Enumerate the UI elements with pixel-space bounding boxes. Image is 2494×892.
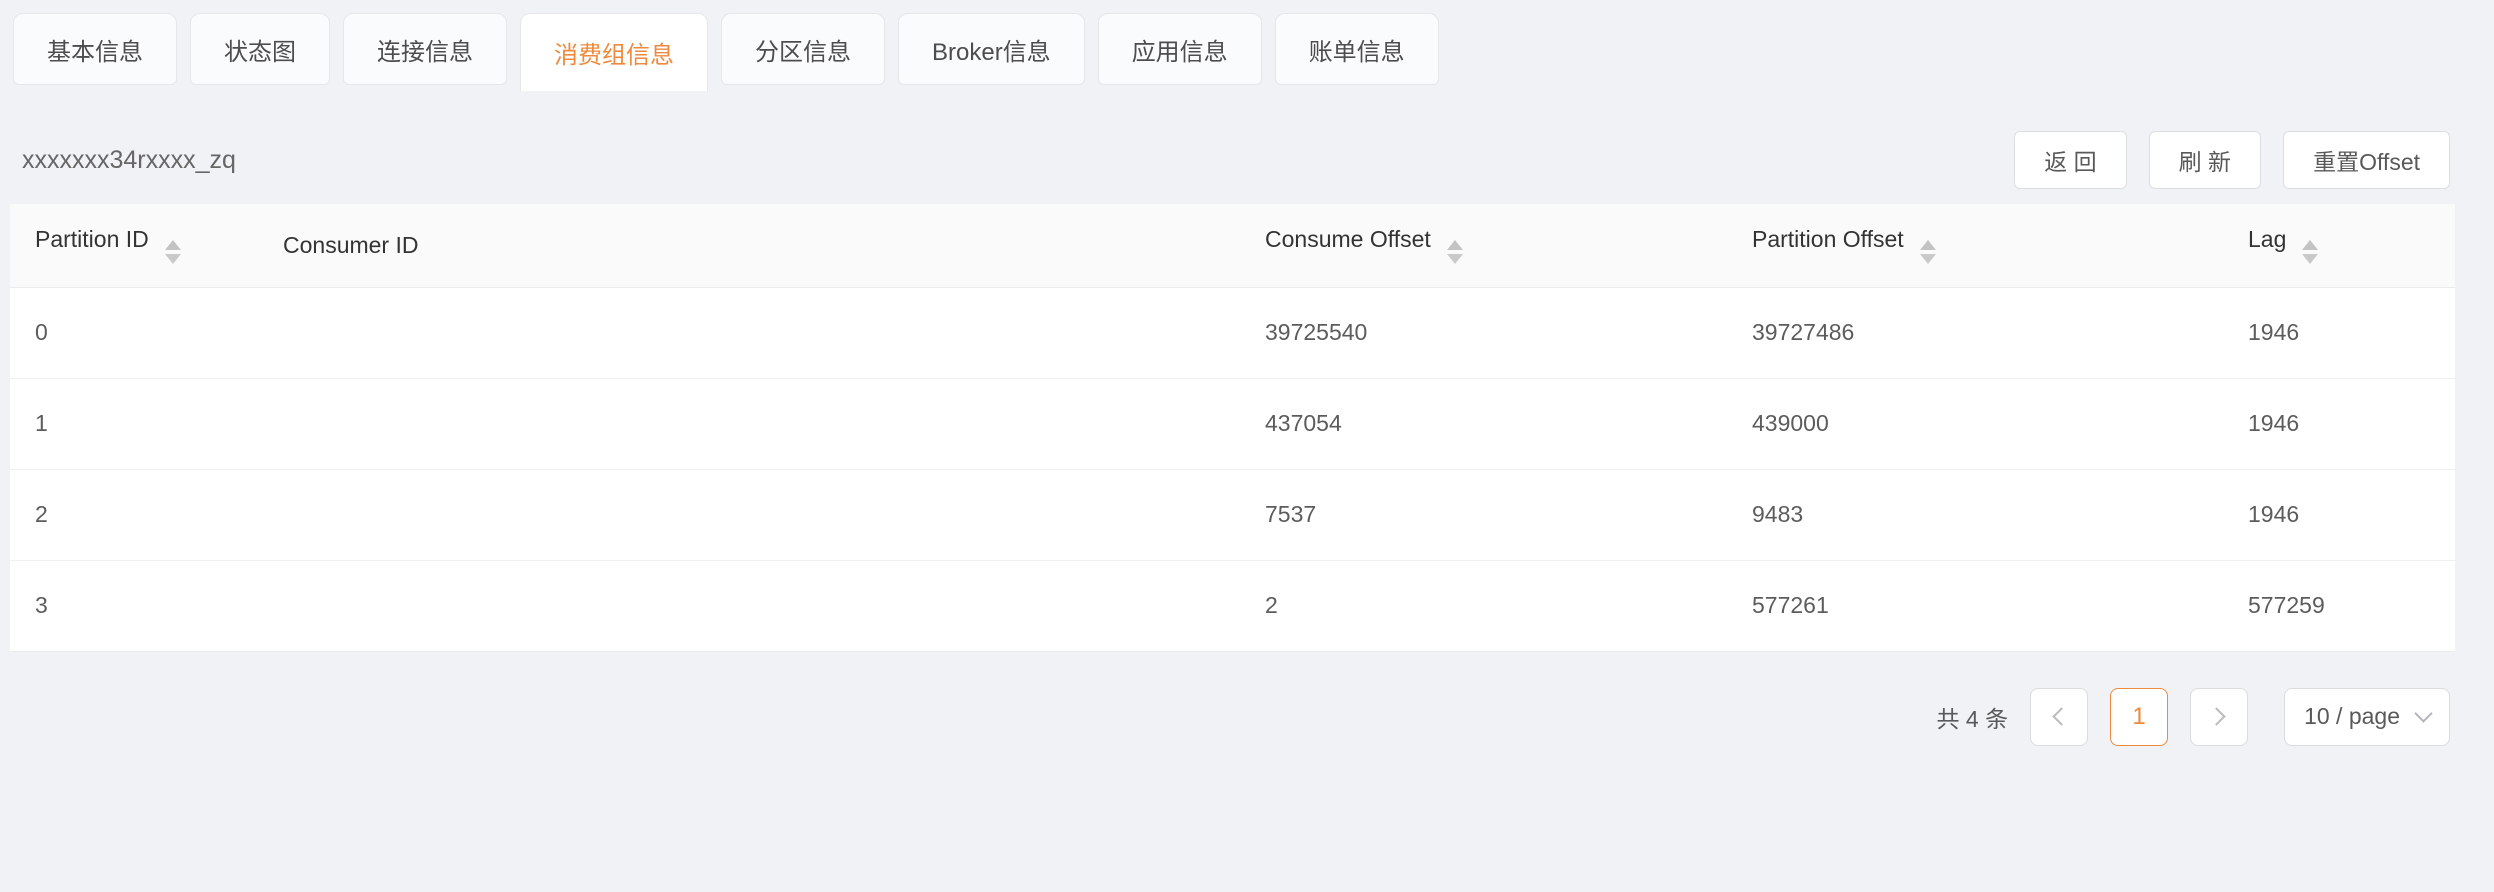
tab-billing-info[interactable]: 账单信息 bbox=[1275, 13, 1439, 85]
chevron-right-icon bbox=[2207, 707, 2225, 725]
cell-partition-offset: 439000 bbox=[1727, 378, 2223, 469]
column-label: Partition ID bbox=[35, 226, 149, 252]
sort-carets-icon bbox=[1447, 240, 1463, 264]
tab-partition-info[interactable]: 分区信息 bbox=[721, 13, 885, 85]
back-button[interactable]: 返 回 bbox=[2014, 131, 2126, 189]
table-row: 3 2 577261 577259 bbox=[10, 560, 2455, 651]
prev-page-button[interactable] bbox=[2030, 688, 2088, 746]
page-size-select[interactable]: 10 / page bbox=[2284, 688, 2450, 746]
total-count: 共 4 条 bbox=[1937, 700, 2009, 734]
next-page-button[interactable] bbox=[2190, 688, 2248, 746]
table-row: 1 437054 439000 1946 bbox=[10, 378, 2455, 469]
refresh-button[interactable]: 刷 新 bbox=[2149, 131, 2261, 189]
toolbar-buttons: 返 回 刷 新 重置Offset bbox=[2014, 131, 2450, 189]
column-header-consumer-id: Consumer ID bbox=[258, 204, 1240, 287]
caret-up-icon bbox=[2302, 240, 2318, 250]
cell-partition-id: 3 bbox=[10, 560, 258, 651]
cell-lag: 1946 bbox=[2223, 469, 2455, 560]
tab-consumer-group-info[interactable]: 消费组信息 bbox=[520, 13, 708, 91]
cell-partition-id: 1 bbox=[10, 378, 258, 469]
page-size-value: 10 / page bbox=[2304, 703, 2400, 730]
cell-partition-id: 2 bbox=[10, 469, 258, 560]
column-label: Consume Offset bbox=[1265, 226, 1431, 252]
chevron-left-icon bbox=[2052, 707, 2070, 725]
caret-up-icon bbox=[165, 240, 181, 250]
reset-offset-button[interactable]: 重置Offset bbox=[2283, 131, 2450, 189]
cell-consumer-id bbox=[258, 378, 1240, 469]
cell-lag: 1946 bbox=[2223, 287, 2455, 378]
cell-lag: 1946 bbox=[2223, 378, 2455, 469]
tab-connection-info[interactable]: 连接信息 bbox=[343, 13, 507, 85]
consumer-group-table: Partition ID Consumer ID Consume Offset … bbox=[10, 204, 2455, 652]
column-header-partition-offset[interactable]: Partition Offset bbox=[1727, 204, 2223, 287]
cell-consumer-id bbox=[258, 469, 1240, 560]
cell-consume-offset: 7537 bbox=[1240, 469, 1727, 560]
caret-down-icon bbox=[1447, 254, 1463, 264]
chevron-down-icon bbox=[2414, 704, 2432, 722]
tab-basic-info[interactable]: 基本信息 bbox=[13, 13, 177, 85]
toolbar: xxxxxxx34rxxxx_zq 返 回 刷 新 重置Offset bbox=[0, 131, 2494, 189]
page-1-button[interactable]: 1 bbox=[2110, 688, 2168, 746]
caret-down-icon bbox=[2302, 254, 2318, 264]
tab-status-chart[interactable]: 状态图 bbox=[190, 13, 330, 85]
column-header-lag[interactable]: Lag bbox=[2223, 204, 2455, 287]
cell-lag: 577259 bbox=[2223, 560, 2455, 651]
cell-partition-offset: 9483 bbox=[1727, 469, 2223, 560]
column-label: Consumer ID bbox=[283, 232, 418, 258]
caret-down-icon bbox=[1920, 254, 1936, 264]
table-row: 2 7537 9483 1946 bbox=[10, 469, 2455, 560]
consumer-group-name: xxxxxxx34rxxxx_zq bbox=[22, 146, 236, 175]
cell-consumer-id bbox=[258, 287, 1240, 378]
tab-app-info[interactable]: 应用信息 bbox=[1098, 13, 1262, 85]
cell-consume-offset: 437054 bbox=[1240, 378, 1727, 469]
cell-consume-offset: 39725540 bbox=[1240, 287, 1727, 378]
table-row: 0 39725540 39727486 1946 bbox=[10, 287, 2455, 378]
tab-bar: 基本信息 状态图 连接信息 消费组信息 分区信息 Broker信息 应用信息 账… bbox=[0, 0, 2494, 91]
cell-consume-offset: 2 bbox=[1240, 560, 1727, 651]
caret-up-icon bbox=[1920, 240, 1936, 250]
column-header-consume-offset[interactable]: Consume Offset bbox=[1240, 204, 1727, 287]
pagination: 共 4 条 1 10 / page bbox=[0, 688, 2450, 746]
cell-partition-offset: 577261 bbox=[1727, 560, 2223, 651]
column-label: Lag bbox=[2248, 226, 2286, 252]
caret-up-icon bbox=[1447, 240, 1463, 250]
sort-carets-icon bbox=[2302, 240, 2318, 264]
sort-carets-icon bbox=[165, 240, 181, 264]
table-header-row: Partition ID Consumer ID Consume Offset … bbox=[10, 204, 2455, 287]
cell-consumer-id bbox=[258, 560, 1240, 651]
caret-down-icon bbox=[165, 254, 181, 264]
column-label: Partition Offset bbox=[1752, 226, 1904, 252]
cell-partition-offset: 39727486 bbox=[1727, 287, 2223, 378]
sort-carets-icon bbox=[1920, 240, 1936, 264]
column-header-partition-id[interactable]: Partition ID bbox=[10, 204, 258, 287]
tab-broker-info[interactable]: Broker信息 bbox=[898, 13, 1085, 85]
cell-partition-id: 0 bbox=[10, 287, 258, 378]
